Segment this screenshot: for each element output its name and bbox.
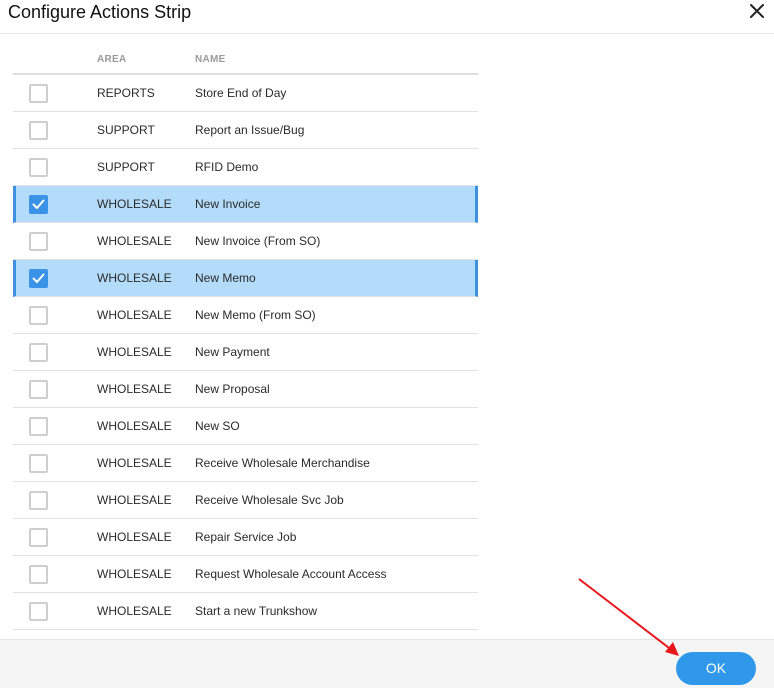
row-checkbox[interactable] (29, 195, 48, 214)
row-name: Report an Issue/Bug (195, 123, 305, 137)
row-checkbox[interactable] (29, 528, 48, 547)
table-row[interactable]: WHOLESALE New Memo (From SO) (13, 297, 478, 334)
table-row[interactable]: WHOLESALE New Invoice (From SO) (13, 223, 478, 260)
table-row[interactable]: WHOLESALE New Invoice (13, 186, 478, 223)
dialog-header: Configure Actions Strip (0, 0, 774, 34)
actions-table: AREA NAME REPORTS Store End of Day SUPPORT… (13, 47, 478, 630)
row-name: RFID Demo (195, 160, 259, 174)
column-header-area: AREA (97, 54, 127, 65)
row-checkbox[interactable] (29, 84, 48, 103)
row-area: WHOLESALE (97, 345, 172, 359)
row-name: New Memo (From SO) (195, 308, 316, 322)
ok-button[interactable]: OK (676, 652, 756, 685)
row-name: Receive Wholesale Merchandise (195, 456, 370, 470)
row-area: WHOLESALE (97, 456, 172, 470)
column-header-name: NAME (195, 54, 226, 65)
table-row[interactable]: SUPPORT RFID Demo (13, 149, 478, 186)
row-checkbox[interactable] (29, 343, 48, 362)
row-name: Repair Service Job (195, 530, 297, 544)
row-checkbox[interactable] (29, 602, 48, 621)
row-checkbox[interactable] (29, 232, 48, 251)
table-row[interactable]: WHOLESALE Start a new Trunkshow (13, 593, 478, 630)
row-name: New Invoice (From SO) (195, 234, 321, 248)
table-row[interactable]: WHOLESALE Request Wholesale Account Acces… (13, 556, 478, 593)
row-checkbox[interactable] (29, 306, 48, 325)
row-checkbox[interactable] (29, 121, 48, 140)
row-name: New Payment (195, 345, 270, 359)
row-area: SUPPORT (97, 160, 155, 174)
table-row[interactable]: WHOLESALE Repair Service Job (13, 519, 478, 556)
row-area: WHOLESALE (97, 493, 172, 507)
row-area: WHOLESALE (97, 567, 172, 581)
row-checkbox[interactable] (29, 454, 48, 473)
row-area: WHOLESALE (97, 530, 172, 544)
table-row[interactable]: WHOLESALE New Payment (13, 334, 478, 371)
row-area: WHOLESALE (97, 419, 172, 433)
row-checkbox[interactable] (29, 158, 48, 177)
row-area: SUPPORT (97, 123, 155, 137)
row-area: WHOLESALE (97, 271, 172, 285)
row-area: WHOLESALE (97, 604, 172, 618)
row-area: WHOLESALE (97, 308, 172, 322)
row-name: Start a new Trunkshow (195, 604, 318, 618)
row-area: WHOLESALE (97, 197, 172, 211)
table-row[interactable]: WHOLESALE New SO (13, 408, 478, 445)
table-body: REPORTS Store End of Day SUPPORT Report an … (13, 75, 478, 630)
checkmark-icon (32, 273, 45, 283)
row-name: New Invoice (195, 197, 261, 211)
row-area: REPORTS (97, 86, 155, 100)
dialog-footer: OK (0, 639, 774, 688)
row-checkbox[interactable] (29, 417, 48, 436)
table-row[interactable]: WHOLESALE Receive Wholesale Merchandise (13, 445, 478, 482)
table-row[interactable]: WHOLESALE Receive Wholesale Svc Job (13, 482, 478, 519)
table-row[interactable]: WHOLESALE New Memo (13, 260, 478, 297)
row-area: WHOLESALE (97, 234, 172, 248)
row-checkbox[interactable] (29, 565, 48, 584)
row-name: New SO (195, 419, 240, 433)
table-row[interactable]: SUPPORT Report an Issue/Bug (13, 112, 478, 149)
row-checkbox[interactable] (29, 269, 48, 288)
checkmark-icon (32, 199, 45, 209)
row-area: WHOLESALE (97, 382, 172, 396)
row-name: New Proposal (195, 382, 270, 396)
table-row[interactable]: WHOLESALE New Proposal (13, 371, 478, 408)
close-icon[interactable] (748, 2, 766, 20)
row-checkbox[interactable] (29, 491, 48, 510)
table-row[interactable]: REPORTS Store End of Day (13, 75, 478, 112)
row-name: Receive Wholesale Svc Job (195, 493, 344, 507)
row-name: New Memo (195, 271, 256, 285)
dialog-title: Configure Actions Strip (8, 2, 192, 22)
row-name: Request Wholesale Account Access (195, 567, 387, 581)
row-name: Store End of Day (195, 86, 287, 100)
table-header: AREA NAME (13, 47, 478, 75)
row-checkbox[interactable] (29, 380, 48, 399)
